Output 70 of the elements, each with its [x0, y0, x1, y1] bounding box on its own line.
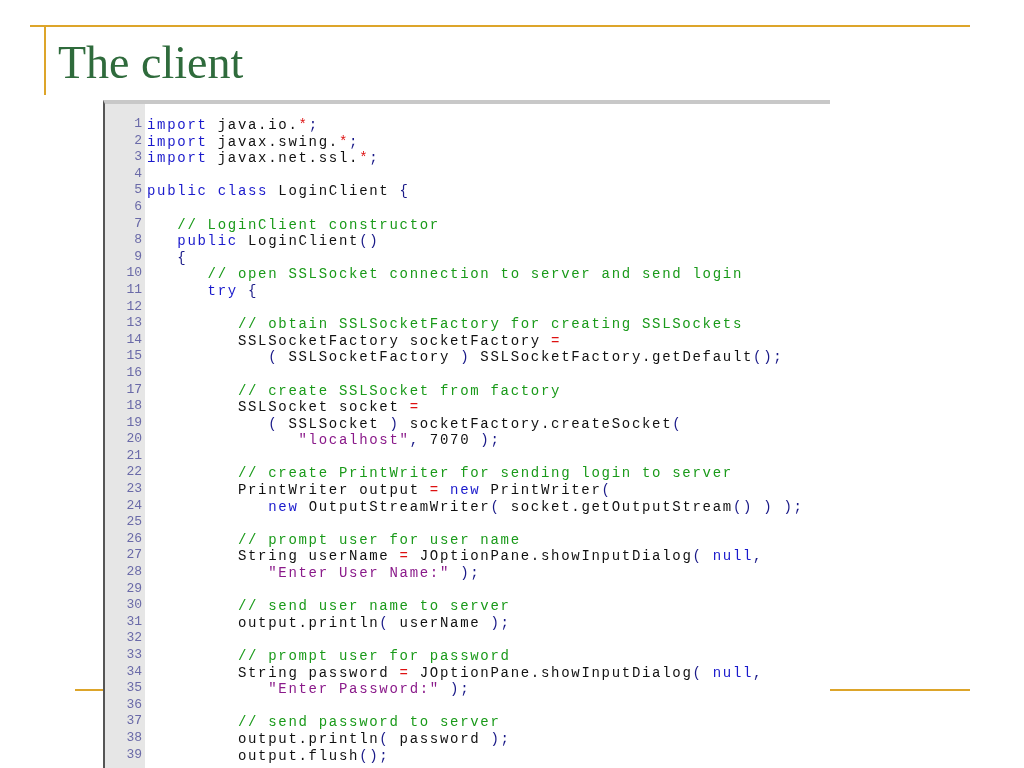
line-number: 14: [126, 331, 142, 347]
code-line: output.println( userName );: [236, 614, 511, 631]
code-line: String userName = JOptionPane.showInputDialog( null,: [236, 548, 764, 565]
code-line: public class LoginClient {: [147, 183, 410, 199]
line-number: 16: [126, 364, 142, 380]
code-line: // LoginClient constructor: [176, 216, 440, 233]
code-line: String password = JOptionPane.showInputDialog( null,: [236, 664, 764, 681]
slide-title: The client: [58, 40, 244, 86]
line-number: 1: [134, 116, 142, 131]
code-line: SSLSocketFactory socketFactory =: [236, 332, 562, 349]
line-number: 32: [126, 630, 142, 646]
line-number: 24: [126, 497, 142, 513]
line-number: 10: [126, 265, 142, 281]
line-number: 18: [126, 398, 142, 414]
line-number: 22: [126, 464, 142, 480]
line-number: 36: [126, 696, 142, 712]
code-line: "Enter Password:" );: [267, 681, 471, 697]
line-number: 8: [134, 232, 142, 248]
line-number: 39: [126, 746, 142, 762]
line-number: 30: [126, 597, 142, 613]
code-line: new OutputStreamWriter( socket.getOutputStream() ) );: [267, 498, 804, 515]
code-line: // send password to server: [236, 714, 501, 730]
code-line: {: [176, 249, 188, 266]
line-number: 29: [126, 580, 142, 596]
code-line: // open SSLSocket connection to server and send login: [206, 266, 743, 282]
code-line: import javax.swing.*;: [147, 133, 360, 150]
code-line: // prompt user for user name: [236, 531, 521, 548]
line-number: 5: [134, 182, 142, 198]
code-line: import java.io.*;: [147, 117, 319, 133]
code-line: // create SSLSocket from factory: [236, 382, 562, 399]
line-number: 25: [126, 514, 142, 530]
line-number: 35: [126, 680, 142, 696]
line-number: 12: [126, 298, 142, 314]
line-number: 34: [126, 663, 142, 679]
line-number: 7: [134, 215, 142, 231]
code-line: PrintWriter output = new PrintWriter(: [236, 482, 612, 498]
line-number: 31: [126, 613, 142, 629]
line-number: 28: [126, 564, 142, 580]
line-number: 3: [134, 149, 142, 165]
code-line: ( SSLSocket ) socketFactory.createSocket(: [267, 415, 683, 432]
code-line: public LoginClient(): [176, 233, 380, 249]
code-line: "Enter User Name:" );: [267, 565, 481, 581]
line-number: 6: [134, 198, 142, 214]
line-number: 4: [134, 165, 142, 181]
line-number: 26: [126, 530, 142, 546]
code-line: try {: [206, 282, 259, 299]
code-line: import javax.net.ssl.*;: [147, 150, 380, 166]
code-line: // prompt user for password: [236, 648, 511, 664]
code-line: SSLSocket socket =: [236, 399, 420, 415]
line-number: 20: [126, 431, 142, 447]
code-line: output.flush();: [236, 747, 390, 764]
line-number: 2: [134, 132, 142, 148]
line-number: 11: [126, 281, 142, 297]
line-number: 21: [126, 447, 142, 463]
line-number: 19: [126, 414, 142, 430]
code-line: // obtain SSLSocketFactory for creating SSLSockets: [236, 316, 743, 332]
line-number: 27: [126, 547, 142, 563]
line-number: 17: [126, 381, 142, 397]
code-line: output.println( password );: [236, 730, 511, 747]
code-line: ( SSLSocketFactory ) SSLSocketFactory.getDefault();: [267, 349, 784, 365]
code-line: // create PrintWriter for sending login to server: [236, 465, 733, 482]
line-number: 23: [126, 481, 142, 497]
code-line: "localhost", 7070 );: [297, 432, 501, 448]
line-number: 38: [126, 729, 142, 745]
line-number: 13: [126, 315, 142, 331]
line-number: 9: [134, 248, 142, 264]
line-number: 15: [126, 348, 142, 364]
line-number: 33: [126, 647, 142, 662]
code-line: // send user name to server: [236, 598, 511, 614]
line-number: 37: [126, 713, 142, 729]
